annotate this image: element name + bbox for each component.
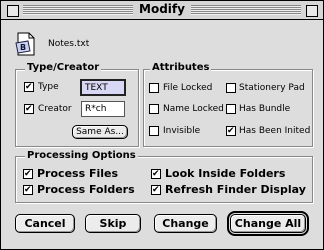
attributes-heading: Attributes xyxy=(150,62,212,73)
name-locked-label: Name Locked xyxy=(163,104,224,114)
type-creator-heading: Type/Creator xyxy=(25,62,102,73)
creator-checkbox[interactable] xyxy=(24,104,34,114)
processing-options-heading: Processing Options xyxy=(25,150,138,161)
process-files-label: Process Files xyxy=(37,167,119,180)
svg-text:B: B xyxy=(20,43,26,52)
invisible-checkbox[interactable] xyxy=(149,126,159,136)
has-bundle-label: Has Bundle xyxy=(239,104,291,114)
same-as-button[interactable]: Same As... xyxy=(72,125,128,139)
modify-dialog: Modify B Notes.txt Type/Creator Type TEX… xyxy=(0,0,324,250)
text-document-icon: B xyxy=(13,31,35,57)
title-bar[interactable]: Modify xyxy=(1,1,323,20)
process-folders-label: Process Folders xyxy=(37,183,135,196)
change-button[interactable]: Change xyxy=(154,214,217,233)
type-field[interactable]: TEXT xyxy=(80,79,126,96)
look-inside-folders-label: Look Inside Folders xyxy=(165,167,286,180)
type-checkbox[interactable] xyxy=(24,82,34,92)
name-locked-checkbox[interactable] xyxy=(149,104,159,114)
file-locked-label: File Locked xyxy=(163,83,213,93)
invisible-label: Invisible xyxy=(163,126,201,136)
creator-label: Creator xyxy=(38,104,72,114)
change-all-button[interactable]: Change All xyxy=(227,211,309,236)
process-folders-checkbox[interactable] xyxy=(23,185,33,195)
refresh-finder-display-label: Refresh Finder Display xyxy=(165,183,306,196)
stationery-pad-label: Stationery Pad xyxy=(239,83,305,93)
has-been-inited-label: Has Been Inited xyxy=(239,126,311,136)
creator-field[interactable]: R*ch xyxy=(81,101,125,117)
file-locked-checkbox[interactable] xyxy=(149,83,159,93)
stationery-pad-checkbox[interactable] xyxy=(226,83,236,93)
has-bundle-checkbox[interactable] xyxy=(226,104,236,114)
look-inside-folders-checkbox[interactable] xyxy=(151,169,161,179)
skip-button[interactable]: Skip xyxy=(85,214,141,233)
process-files-checkbox[interactable] xyxy=(23,169,33,179)
has-been-inited-checkbox[interactable] xyxy=(226,126,236,136)
refresh-finder-display-checkbox[interactable] xyxy=(151,185,161,195)
type-label: Type xyxy=(38,82,59,92)
cancel-button[interactable]: Cancel xyxy=(15,214,75,233)
file-name: Notes.txt xyxy=(48,39,90,49)
window-title: Modify xyxy=(133,2,191,16)
